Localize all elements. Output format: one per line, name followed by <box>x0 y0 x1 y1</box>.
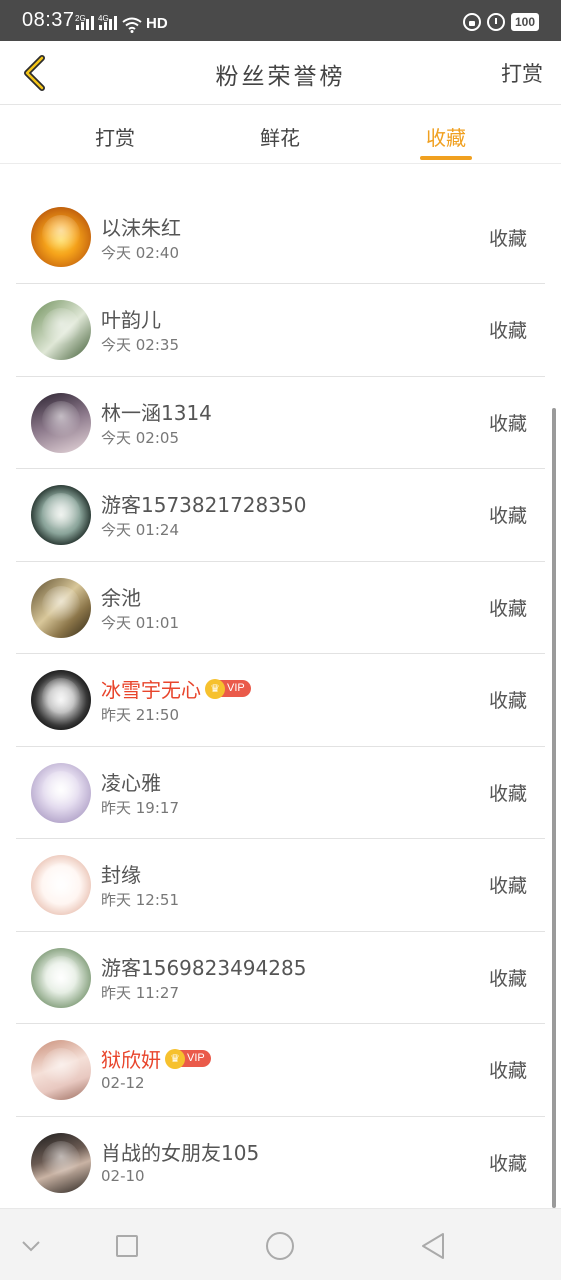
tip-button[interactable]: 打赏 <box>501 58 543 88</box>
tab-favorites[interactable]: 收藏 <box>401 122 491 151</box>
status-time: 08:37 <box>22 9 75 31</box>
recent-apps-icon <box>116 1235 138 1257</box>
favorite-time: 昨天 11:27 <box>101 983 179 1002</box>
row-action-label: 收藏 <box>488 228 527 250</box>
row-action-label: 收藏 <box>488 505 527 527</box>
avatar <box>31 947 91 1008</box>
user-name: 狱欣妍 ♛ VIP <box>101 1044 211 1073</box>
user-name: 叶韵儿 <box>101 308 161 332</box>
favorite-time: 02-10 <box>101 1166 145 1185</box>
hd-icon: HD <box>146 15 168 32</box>
active-tab-indicator <box>420 156 472 160</box>
favorite-time: 今天 01:24 <box>101 521 179 539</box>
list-item[interactable]: 冰雪宇无心 ♛ VIP 昨天 21:50 收藏 <box>16 654 545 747</box>
hide-nav-button[interactable] <box>16 1231 46 1261</box>
favorite-time: 昨天 21:50 <box>101 706 179 724</box>
list-item[interactable]: 以沫朱红 今天 02:40 收藏 <box>16 176 545 284</box>
avatar <box>31 855 91 915</box>
tab-flowers[interactable]: 鲜花 <box>235 122 325 151</box>
avatar <box>31 577 91 638</box>
back-nav-button[interactable] <box>418 1231 448 1261</box>
home-icon <box>266 1232 294 1260</box>
fan-list: 以沫朱红 今天 02:40 收藏 叶韵儿 今天 02:35 收藏 林一涵1314… <box>16 176 545 1209</box>
favorite-time: 今天 02:05 <box>101 428 179 447</box>
user-name: 以沫朱红 <box>101 216 181 240</box>
avatar <box>31 207 91 267</box>
row-action-label: 收藏 <box>488 412 527 435</box>
list-item[interactable]: 叶韵儿 今天 02:35 收藏 <box>16 284 545 377</box>
status-bar: 08:37 2G 4G HD 100 <box>0 0 561 41</box>
crown-icon: ♛ <box>165 1048 185 1069</box>
user-name: 封缘 <box>101 863 141 887</box>
row-action-label: 收藏 <box>488 690 527 712</box>
avatar <box>31 392 91 453</box>
avatar <box>31 485 91 545</box>
signal-icon-2 <box>99 16 117 30</box>
recent-apps-button[interactable] <box>112 1231 142 1261</box>
user-name: 余池 <box>101 585 141 610</box>
avatar <box>31 1132 91 1193</box>
favorite-time: 今天 02:40 <box>101 244 179 262</box>
avatar <box>31 1040 91 1100</box>
list-item[interactable]: 林一涵1314 今天 02:05 收藏 <box>16 377 545 469</box>
tab-tip[interactable]: 打赏 <box>70 122 160 151</box>
back-icon <box>422 1233 444 1259</box>
list-item[interactable]: 狱欣妍 ♛ VIP 02-12 收藏 <box>16 1024 545 1117</box>
user-name: 冰雪宇无心 ♛ VIP <box>101 674 251 703</box>
row-action-label: 收藏 <box>488 1060 527 1082</box>
home-button[interactable] <box>265 1231 295 1261</box>
user-name: 林一涵1314 <box>101 400 212 425</box>
avatar <box>31 300 91 360</box>
row-action-label: 收藏 <box>488 1152 527 1175</box>
alarm-icon <box>486 13 505 31</box>
row-action-label: 收藏 <box>488 782 527 805</box>
lock-rotation-icon <box>462 13 481 31</box>
user-name: 凌心雅 <box>101 770 161 795</box>
list-item[interactable]: 游客1569823494285 昨天 11:27 收藏 <box>16 932 545 1024</box>
row-action-label: 收藏 <box>488 320 527 342</box>
row-action-label: 收藏 <box>488 967 527 990</box>
favorite-time: 02-12 <box>101 1074 145 1092</box>
crown-icon: ♛ <box>205 678 225 699</box>
favorite-time: 今天 01:01 <box>101 613 179 632</box>
app-header: 粉丝荣誉榜 打赏 <box>0 41 561 105</box>
user-name: 游客1569823494285 <box>101 955 307 980</box>
page-title: 粉丝荣誉榜 <box>215 64 346 90</box>
vip-badge: ♛ VIP <box>165 1048 211 1069</box>
favorite-time: 昨天 19:17 <box>101 798 179 817</box>
vip-badge: ♛ VIP <box>205 678 251 699</box>
chevron-down-icon <box>22 1241 40 1252</box>
favorite-time: 昨天 12:51 <box>101 891 179 909</box>
tab-bar: 打赏 鲜花 收藏 <box>0 106 561 164</box>
avatar <box>31 762 91 823</box>
battery-icon: 100 <box>510 13 539 31</box>
list-item[interactable]: 游客1573821728350 今天 01:24 收藏 <box>16 469 545 562</box>
row-action-label: 收藏 <box>488 875 527 897</box>
list-item[interactable]: 凌心雅 昨天 19:17 收藏 <box>16 747 545 839</box>
user-name: 游客1573821728350 <box>101 493 307 517</box>
list-item[interactable]: 肖战的女朋友105 02-10 收藏 <box>16 1117 545 1210</box>
avatar <box>31 670 91 730</box>
list-item[interactable]: 余池 今天 01:01 收藏 <box>16 562 545 654</box>
list-item[interactable]: 封缘 昨天 12:51 收藏 <box>16 839 545 932</box>
system-nav-bar <box>0 1208 561 1280</box>
signal-icon <box>76 16 94 30</box>
favorite-time: 今天 02:35 <box>101 336 179 354</box>
row-action-label: 收藏 <box>488 597 527 620</box>
wifi-icon <box>122 17 142 33</box>
scrollbar[interactable] <box>552 408 556 1208</box>
user-name: 肖战的女朋友105 <box>101 1140 260 1165</box>
